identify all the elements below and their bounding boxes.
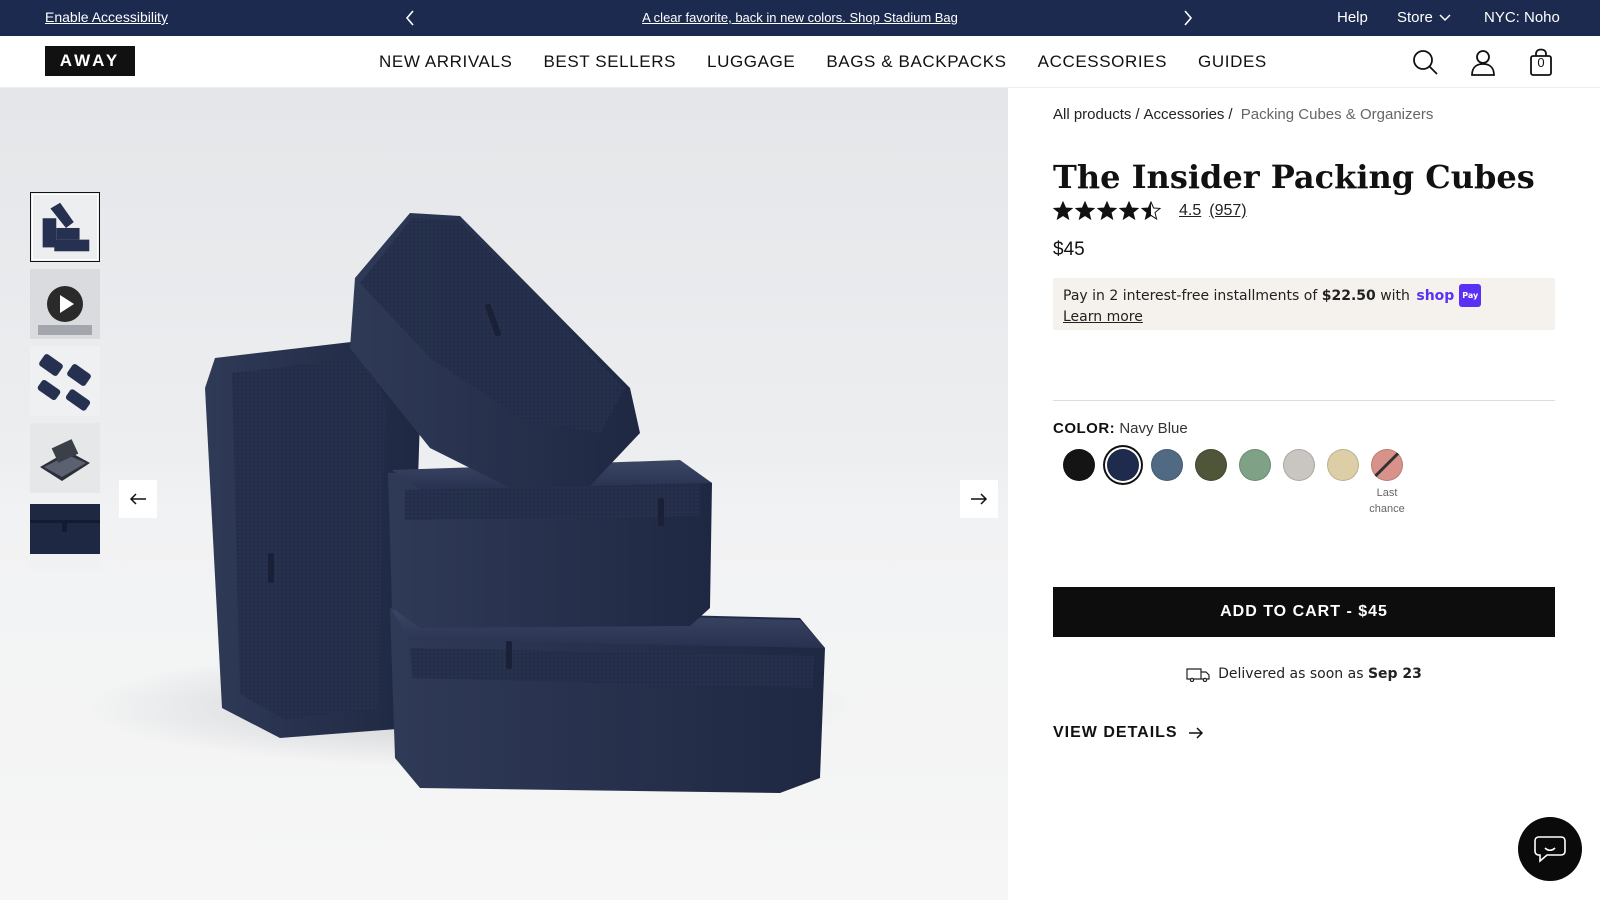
breadcrumb-all-products[interactable]: All products	[1053, 106, 1131, 123]
divider	[1053, 400, 1555, 401]
enable-accessibility-link[interactable]: Enable Accessibility	[45, 9, 168, 25]
star-icon	[1097, 201, 1117, 221]
review-count[interactable]: (957)	[1209, 202, 1246, 220]
swatch-item	[1277, 449, 1321, 517]
truck-icon	[1186, 668, 1210, 682]
product-price: $45	[1053, 239, 1085, 260]
main-nav: NEW ARRIVALS BEST SELLERS LUGGAGE BAGS &…	[379, 52, 1298, 72]
thumbnail-3[interactable]	[30, 346, 100, 416]
chat-bubble-icon[interactable]	[1518, 817, 1582, 881]
color-label-key: COLOR:	[1053, 420, 1116, 437]
view-details-link[interactable]: VIEW DETAILS	[1053, 724, 1204, 742]
nav-accessories[interactable]: ACCESSORIES	[1038, 52, 1167, 72]
shop-pay-installments: Pay in 2 interest-free installments of $…	[1053, 278, 1555, 330]
star-icon	[1141, 201, 1161, 221]
away-logo[interactable]: AWAY	[45, 46, 135, 76]
arrow-right-icon[interactable]	[960, 480, 998, 518]
swatch-item	[1189, 449, 1233, 517]
star-icon	[1053, 201, 1073, 221]
promo-message-link[interactable]: A clear favorite, back in new colors. Sh…	[440, 10, 1160, 25]
nav-luggage[interactable]: LUGGAGE	[707, 52, 795, 72]
shop-pay-badge: Pay	[1459, 284, 1482, 307]
thumbnail-list	[30, 192, 102, 577]
thumbnail-4[interactable]	[30, 423, 100, 493]
product-rating[interactable]: 4.5 (957)	[1053, 201, 1247, 221]
thumbnail-1[interactable]	[30, 192, 100, 262]
nav-guides[interactable]: GUIDES	[1198, 52, 1267, 72]
user-icon[interactable]	[1467, 46, 1499, 78]
shop-pay-logo: shop Pay	[1416, 284, 1482, 307]
delivery-date: Sep 23	[1367, 666, 1422, 682]
promo-bar: Enable Accessibility A clear favorite, b…	[0, 0, 1600, 36]
black-swatch[interactable]	[1063, 449, 1095, 481]
swatch-item	[1057, 449, 1101, 517]
chevron-left-icon[interactable]	[400, 6, 420, 30]
store-label: Store	[1397, 9, 1433, 26]
product-gallery	[0, 88, 1008, 900]
search-icon[interactable]	[1409, 46, 1441, 78]
delivery-text: Delivered as soon as	[1218, 666, 1364, 682]
store-dropdown[interactable]: Store	[1397, 9, 1451, 26]
color-label: COLOR: Navy Blue	[1053, 420, 1188, 437]
breadcrumb-accessories[interactable]: Accessories	[1144, 106, 1225, 123]
shopping-bag-icon[interactable]: 0	[1525, 46, 1557, 78]
add-to-cart-button[interactable]: ADD TO CART - $45	[1053, 587, 1555, 637]
swatch-item	[1145, 449, 1189, 517]
product-title: The Insider Packing Cubes	[1053, 158, 1535, 196]
swatch-note: Last chance	[1369, 487, 1405, 515]
store-location-link[interactable]: NYC: Noho	[1484, 9, 1560, 26]
breadcrumb-separator: /	[1135, 106, 1140, 123]
arrow-right-icon	[1188, 727, 1203, 739]
thumbnail-video[interactable]	[30, 269, 100, 339]
sage-green-swatch[interactable]	[1239, 449, 1271, 481]
nav-new-arrivals[interactable]: NEW ARRIVALS	[379, 52, 512, 72]
learn-more-link[interactable]: Learn more	[1063, 307, 1545, 328]
breadcrumb-current: Packing Cubes & Organizers	[1240, 106, 1434, 123]
light-gray-swatch[interactable]	[1283, 449, 1315, 481]
selected-color-name: Navy Blue	[1119, 420, 1188, 437]
slate-blue-swatch[interactable]	[1151, 449, 1183, 481]
installment-amount: $22.50	[1321, 288, 1376, 304]
bag-count: 0	[1537, 55, 1545, 70]
delivery-estimate: Delivered as soon as Sep 23	[1053, 666, 1555, 682]
color-swatches: Last chance	[1057, 449, 1409, 517]
chevron-right-icon[interactable]	[1178, 6, 1198, 30]
help-link[interactable]: Help	[1337, 9, 1368, 26]
arrow-left-icon[interactable]	[119, 480, 157, 518]
chevron-down-icon	[1439, 13, 1451, 21]
star-icon	[1119, 201, 1139, 221]
nav-best-sellers[interactable]: BEST SELLERS	[543, 52, 676, 72]
installments-suffix: with	[1380, 288, 1410, 304]
view-details-label: VIEW DETAILS	[1053, 724, 1178, 741]
swatch-item	[1233, 449, 1277, 517]
breadcrumb: All products / Accessories / Packing Cubes …	[1053, 106, 1433, 123]
thumbnail-5[interactable]	[30, 500, 100, 570]
olive-swatch[interactable]	[1195, 449, 1227, 481]
breadcrumb-separator: /	[1228, 106, 1233, 123]
swatch-item: Last chance	[1365, 449, 1409, 517]
swatch-item	[1101, 449, 1145, 517]
swatch-item	[1321, 449, 1365, 517]
star-icon	[1075, 201, 1095, 221]
sand-swatch[interactable]	[1327, 449, 1359, 481]
shop-pay-brand: shop	[1416, 288, 1455, 304]
rating-value[interactable]: 4.5	[1179, 202, 1201, 220]
rating-stars	[1053, 201, 1161, 221]
navy-blue-swatch[interactable]	[1107, 449, 1139, 481]
nav-bags-backpacks[interactable]: BAGS & BACKPACKS	[826, 52, 1006, 72]
rose-swatch[interactable]	[1371, 449, 1403, 481]
main-header: AWAY NEW ARRIVALS BEST SELLERS LUGGAGE B…	[0, 36, 1600, 88]
installments-text: Pay in 2 interest-free installments of	[1063, 288, 1318, 304]
